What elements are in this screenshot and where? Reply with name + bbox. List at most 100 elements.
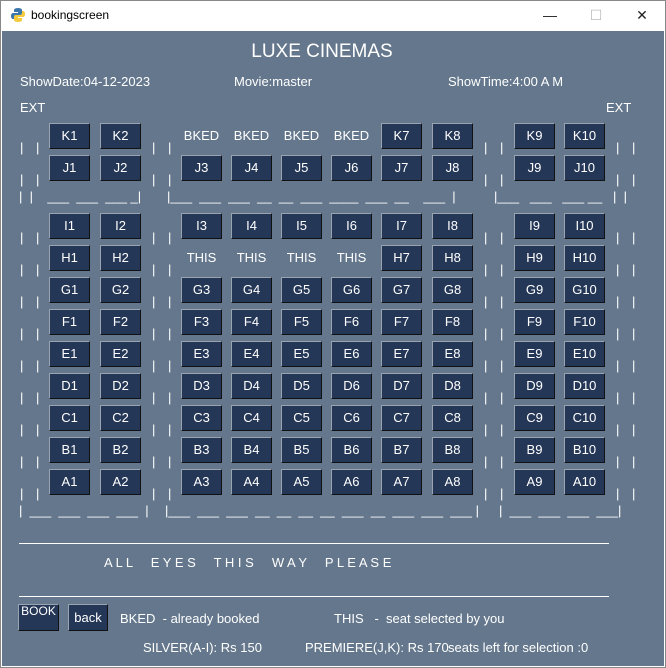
- seat-button[interactable]: I4: [231, 213, 272, 239]
- seat-button[interactable]: E4: [231, 341, 272, 367]
- seat-button[interactable]: G9: [514, 277, 555, 303]
- seat-button[interactable]: I7: [381, 213, 422, 239]
- seat-button[interactable]: B7: [381, 437, 422, 463]
- seat-button[interactable]: A4: [231, 469, 272, 495]
- seat-button[interactable]: I6: [331, 213, 372, 239]
- seat-button[interactable]: B9: [514, 437, 555, 463]
- seat-button[interactable]: J2: [100, 155, 141, 181]
- seat-button[interactable]: D6: [331, 373, 372, 399]
- seat-button[interactable]: I9: [514, 213, 555, 239]
- seat-button[interactable]: G1: [49, 277, 90, 303]
- minimize-button[interactable]: —: [527, 1, 573, 31]
- seat-button[interactable]: E2: [100, 341, 141, 367]
- seat-button[interactable]: J3: [181, 155, 222, 181]
- seat-button[interactable]: H7: [381, 245, 422, 271]
- back-button[interactable]: back: [68, 604, 108, 631]
- seat-button[interactable]: I8: [432, 213, 473, 239]
- seat-button[interactable]: B5: [281, 437, 322, 463]
- seat-button[interactable]: J7: [381, 155, 422, 181]
- seat-button[interactable]: F1: [49, 309, 90, 335]
- seat-button[interactable]: D8: [432, 373, 473, 399]
- seat-button[interactable]: B2: [100, 437, 141, 463]
- seat-button[interactable]: A3: [181, 469, 222, 495]
- seat-button[interactable]: I10: [564, 213, 605, 239]
- seat-button[interactable]: I3: [181, 213, 222, 239]
- seat-button[interactable]: C4: [231, 405, 272, 431]
- seat-button[interactable]: H9: [514, 245, 555, 271]
- seat-button[interactable]: H1: [49, 245, 90, 271]
- seat-button[interactable]: K7: [381, 123, 422, 149]
- seat-button[interactable]: I1: [49, 213, 90, 239]
- seat-button[interactable]: J5: [281, 155, 322, 181]
- seat-button[interactable]: A7: [381, 469, 422, 495]
- seat-button[interactable]: G10: [564, 277, 605, 303]
- seat-button[interactable]: K2: [100, 123, 141, 149]
- seat-button[interactable]: F2: [100, 309, 141, 335]
- seat-button[interactable]: F6: [331, 309, 372, 335]
- seat-button[interactable]: B4: [231, 437, 272, 463]
- seat-button[interactable]: G8: [432, 277, 473, 303]
- seat-button[interactable]: F9: [514, 309, 555, 335]
- seat-button[interactable]: H2: [100, 245, 141, 271]
- seat-button[interactable]: F7: [381, 309, 422, 335]
- seat-button[interactable]: A8: [432, 469, 473, 495]
- seat-button[interactable]: G3: [181, 277, 222, 303]
- seat-button[interactable]: J8: [432, 155, 473, 181]
- seat-button[interactable]: A1: [49, 469, 90, 495]
- seat-button[interactable]: A9: [514, 469, 555, 495]
- seat-button[interactable]: A10: [564, 469, 605, 495]
- seat-button[interactable]: G4: [231, 277, 272, 303]
- seat-button[interactable]: E5: [281, 341, 322, 367]
- seat-button[interactable]: I5: [281, 213, 322, 239]
- seat-button[interactable]: E10: [564, 341, 605, 367]
- seat-button[interactable]: D5: [281, 373, 322, 399]
- seat-button[interactable]: D4: [231, 373, 272, 399]
- seat-button[interactable]: F5: [281, 309, 322, 335]
- seat-button[interactable]: H8: [432, 245, 473, 271]
- seat-button[interactable]: D3: [181, 373, 222, 399]
- seat-button[interactable]: C10: [564, 405, 605, 431]
- seat-button[interactable]: F10: [564, 309, 605, 335]
- seat-button[interactable]: G7: [381, 277, 422, 303]
- seat-button[interactable]: E8: [432, 341, 473, 367]
- seat-button[interactable]: J9: [514, 155, 555, 181]
- seat-button[interactable]: F3: [181, 309, 222, 335]
- seat-button[interactable]: D9: [514, 373, 555, 399]
- seat-button[interactable]: C6: [331, 405, 372, 431]
- book-button[interactable]: BOOK: [18, 604, 59, 631]
- seat-button[interactable]: E9: [514, 341, 555, 367]
- seat-button[interactable]: G6: [331, 277, 372, 303]
- seat-button[interactable]: G5: [281, 277, 322, 303]
- seat-button[interactable]: G2: [100, 277, 141, 303]
- seat-button[interactable]: C8: [432, 405, 473, 431]
- seat-button[interactable]: H10: [564, 245, 605, 271]
- seat-button[interactable]: B6: [331, 437, 372, 463]
- seat-button[interactable]: C9: [514, 405, 555, 431]
- seat-button[interactable]: B10: [564, 437, 605, 463]
- seat-button[interactable]: C2: [100, 405, 141, 431]
- seat-button[interactable]: D10: [564, 373, 605, 399]
- seat-button[interactable]: I2: [100, 213, 141, 239]
- seat-button[interactable]: K10: [564, 123, 605, 149]
- maximize-button[interactable]: ☐: [573, 1, 619, 31]
- seat-button[interactable]: J6: [331, 155, 372, 181]
- seat-button[interactable]: D7: [381, 373, 422, 399]
- seat-button[interactable]: J1: [49, 155, 90, 181]
- seat-button[interactable]: A5: [281, 469, 322, 495]
- seat-button[interactable]: B3: [181, 437, 222, 463]
- seat-button[interactable]: B1: [49, 437, 90, 463]
- seat-button[interactable]: E6: [331, 341, 372, 367]
- seat-button[interactable]: E7: [381, 341, 422, 367]
- seat-button[interactable]: A6: [331, 469, 372, 495]
- seat-button[interactable]: J4: [231, 155, 272, 181]
- seat-button[interactable]: E3: [181, 341, 222, 367]
- seat-button[interactable]: C1: [49, 405, 90, 431]
- seat-button[interactable]: K8: [432, 123, 473, 149]
- seat-button[interactable]: J10: [564, 155, 605, 181]
- seat-button[interactable]: A2: [100, 469, 141, 495]
- seat-button[interactable]: F4: [231, 309, 272, 335]
- seat-button[interactable]: D1: [49, 373, 90, 399]
- seat-button[interactable]: C7: [381, 405, 422, 431]
- seat-button[interactable]: B8: [432, 437, 473, 463]
- seat-button[interactable]: E1: [49, 341, 90, 367]
